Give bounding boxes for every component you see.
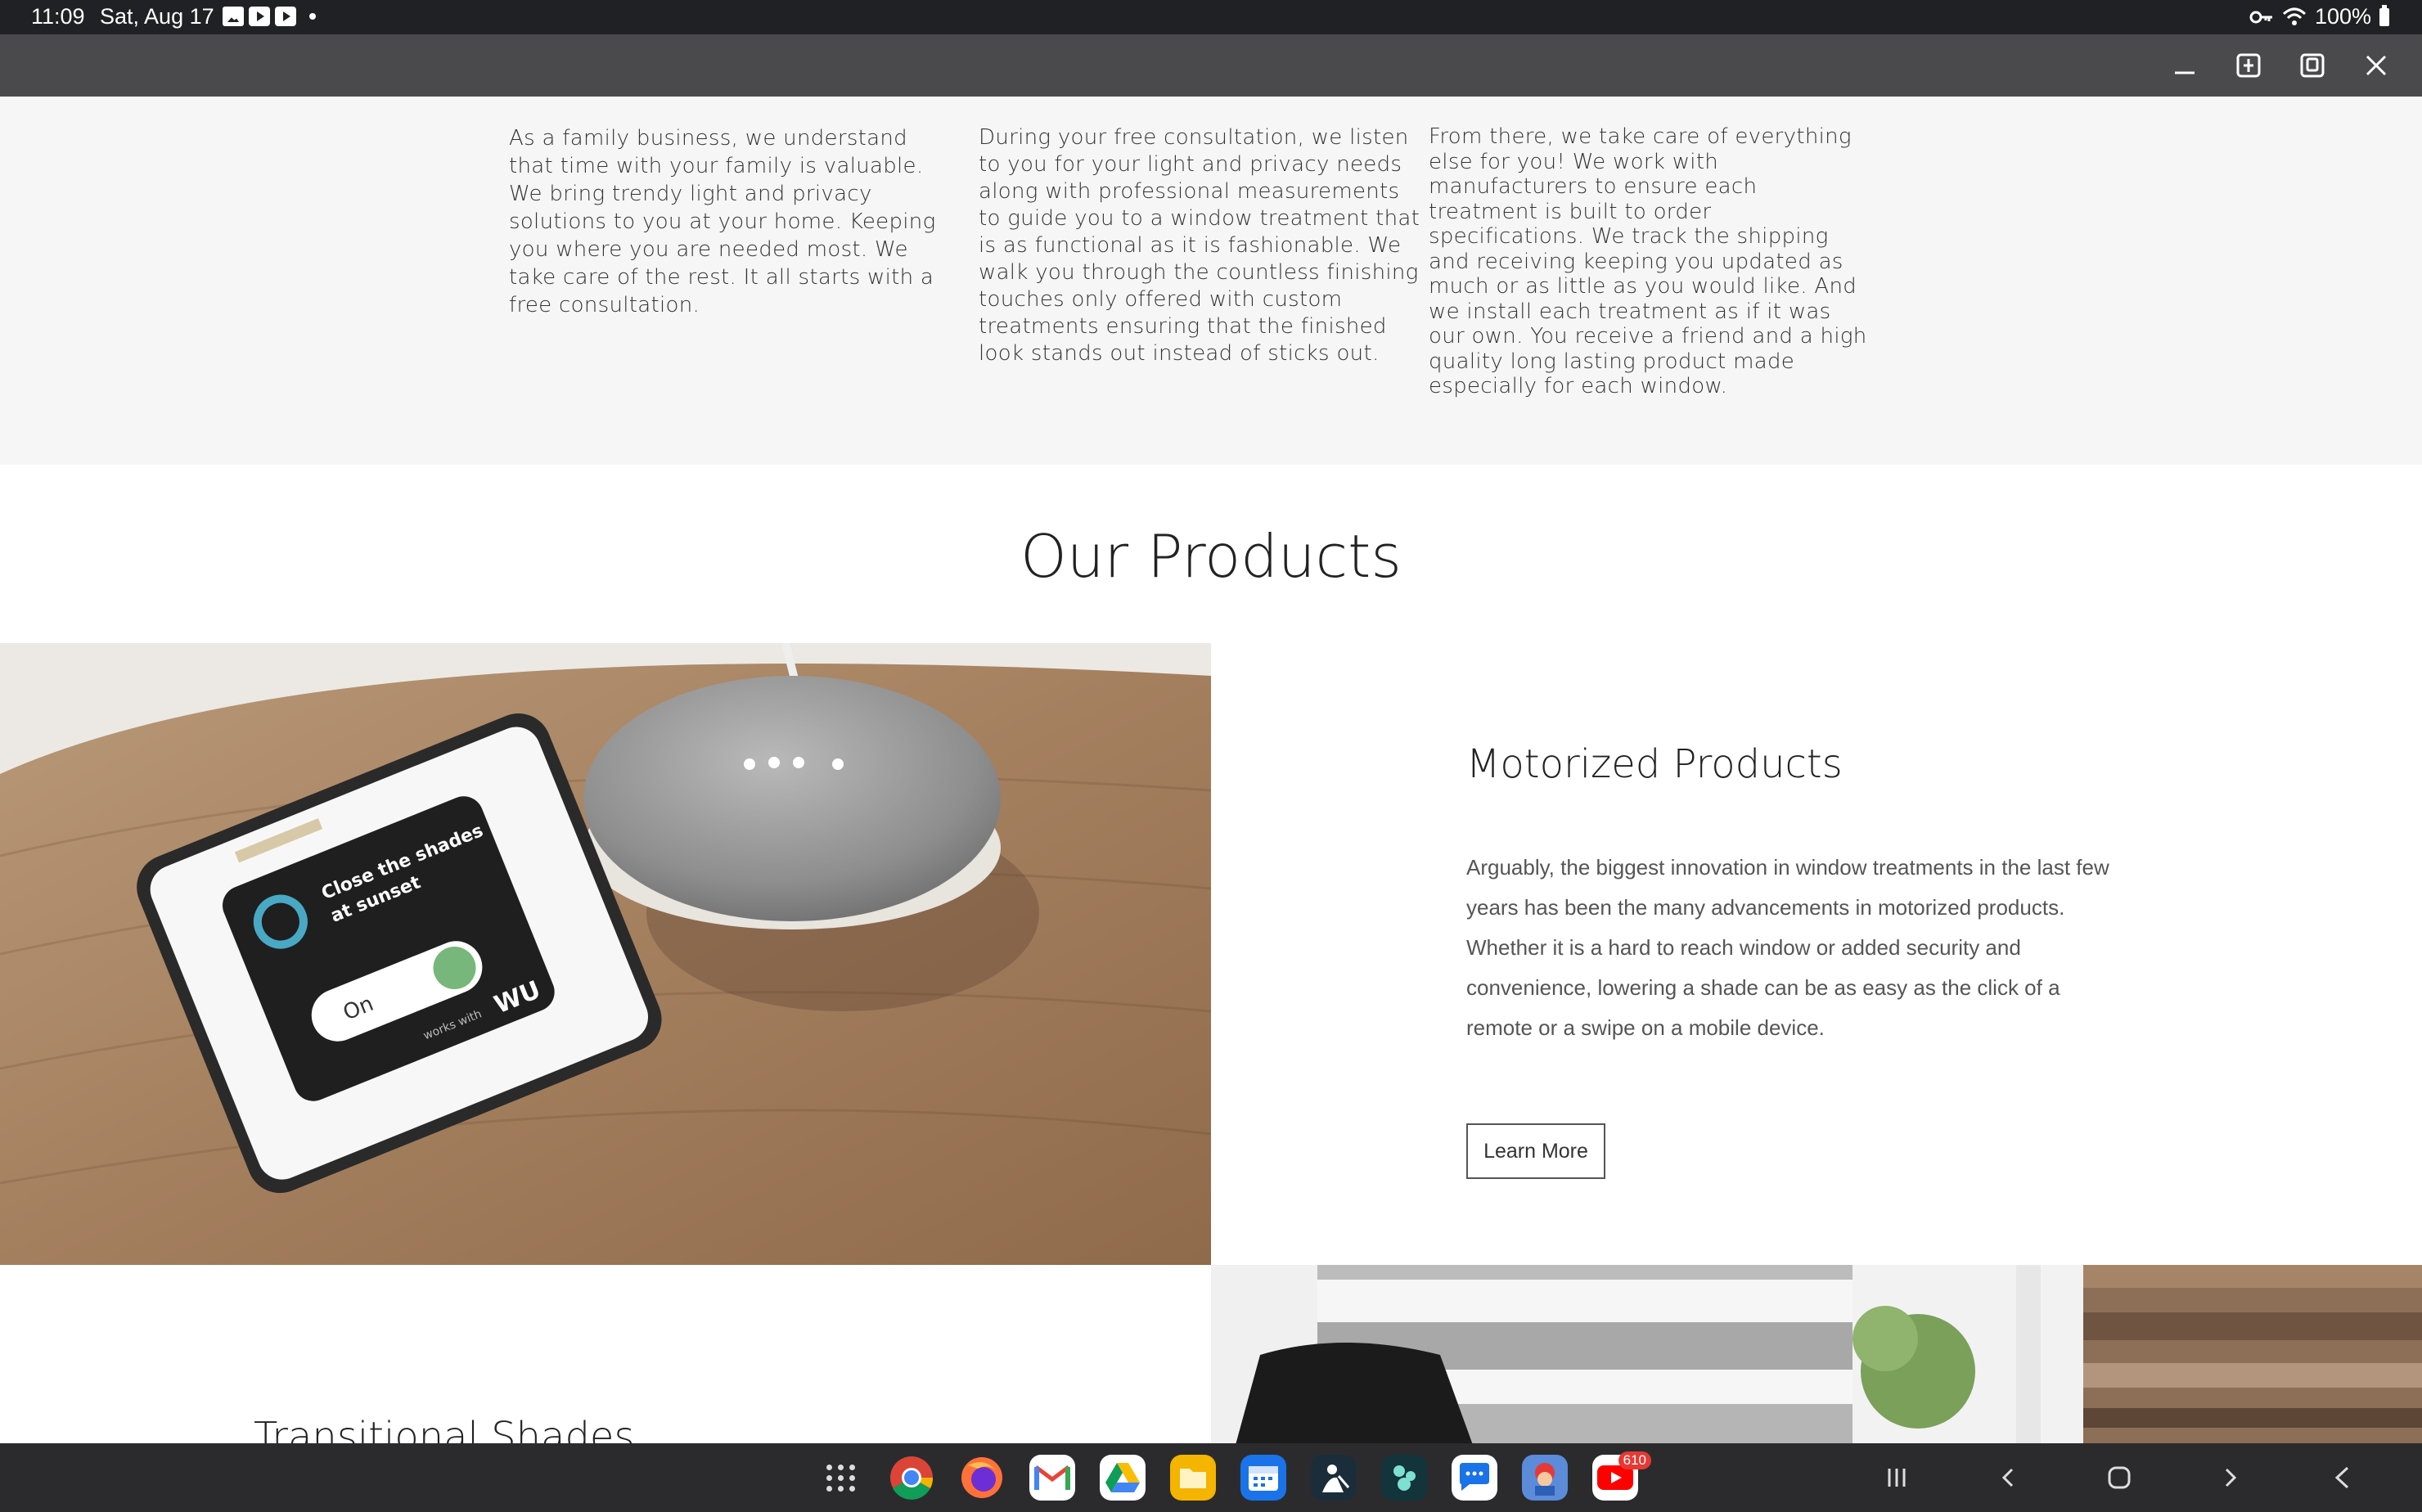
chrome-icon: [890, 1456, 934, 1500]
products-heading: Our Products: [1020, 522, 1402, 591]
split-screen-icon: [2236, 53, 2261, 78]
messages-app[interactable]: [1452, 1455, 1497, 1501]
web-page: As a family business, we understand that…: [0, 97, 2422, 1443]
chrome-app[interactable]: [889, 1455, 934, 1501]
gmail-icon: [1034, 1465, 1070, 1490]
calendar-app[interactable]: [1240, 1455, 1286, 1501]
notification-icons: [223, 7, 316, 26]
browser-forward-button[interactable]: [2175, 1455, 2286, 1501]
taskbar-apps: 610: [818, 1451, 1651, 1501]
minimize-button[interactable]: [2168, 49, 2201, 82]
youtube-icon: [275, 7, 296, 26]
popup-view-icon: [2300, 53, 2325, 78]
smart-home-illustration: Close the shades at sunset On works with…: [0, 643, 1211, 1265]
browser-back-button[interactable]: [1952, 1455, 2064, 1501]
game-character-icon: [1535, 1463, 1555, 1496]
drive-app[interactable]: [1100, 1455, 1146, 1501]
calendar-icon: [1249, 1466, 1278, 1491]
firefox-app[interactable]: [959, 1455, 1005, 1501]
dots-app[interactable]: [1381, 1455, 1427, 1501]
folder-icon: [1180, 1469, 1206, 1488]
motorized-products-description: Arguably, the biggest innovation in wind…: [1466, 855, 2109, 1040]
drive-icon: [1105, 1463, 1140, 1492]
chat-bubble-icon: [1460, 1463, 1489, 1491]
wood-wall-image: [1853, 1265, 2422, 1443]
learn-more-button[interactable]: Learn More: [1466, 1123, 1605, 1179]
navigation-buttons: [1841, 1455, 2397, 1501]
apps-grid-button[interactable]: [818, 1455, 864, 1501]
close-window-button[interactable]: [2360, 49, 2393, 82]
motorized-products-image: Close the shades at sunset On works with…: [0, 643, 1211, 1265]
chevron-left-icon: [2001, 1468, 2014, 1487]
wifi-icon: [2282, 7, 2306, 25]
transitional-shades-title: Transitional Shades: [254, 1414, 635, 1443]
youtube-notification-badge: 610: [1618, 1451, 1651, 1469]
status-bar: 11:09 Sat, Aug 17 100%: [0, 0, 2422, 34]
intro-column-consultation: During your free consultation, we listen…: [979, 125, 1420, 366]
apps-grid-icon: [818, 1455, 864, 1501]
battery-icon: [2379, 4, 2389, 26]
bubble-dots-icon: [1393, 1465, 1416, 1491]
recents-icon: [1888, 1469, 1906, 1487]
back-icon: [2334, 1466, 2349, 1489]
home-button[interactable]: [2064, 1455, 2175, 1501]
recent-apps-button[interactable]: [1841, 1455, 1952, 1501]
zebra-blinds-photo: [1211, 1265, 1853, 1443]
gallery-icon: [223, 7, 244, 26]
vpn-key-icon: [2249, 11, 2272, 23]
close-icon: [2366, 55, 2387, 76]
files-app[interactable]: [1170, 1455, 1216, 1501]
transitional-shades-image: [1211, 1265, 1853, 1443]
youtube-app[interactable]: 610: [1592, 1451, 1651, 1501]
youtube-icon: [249, 7, 270, 26]
gmail-app[interactable]: [1029, 1455, 1075, 1501]
wood-wall-photo: [1853, 1265, 2422, 1443]
chevron-right-icon: [2225, 1468, 2237, 1487]
minimize-icon: [2175, 71, 2195, 74]
home-icon: [2108, 1466, 2131, 1489]
intro-column-service: From there, we take care of everything e…: [1429, 124, 1867, 398]
split-screen-button[interactable]: [2232, 49, 2265, 82]
taskbar: 610: [0, 1443, 2422, 1512]
status-date: Sat, Aug 17: [100, 4, 214, 29]
kindle-reader-icon: [1322, 1465, 1350, 1492]
game-app[interactable]: [1522, 1455, 1568, 1501]
firefox-icon: [961, 1457, 1002, 1498]
popup-view-button[interactable]: [2296, 49, 2329, 82]
motorized-products-title: Motorized Products: [1466, 741, 1843, 787]
battery-percent: 100%: [2314, 4, 2371, 29]
kindle-app[interactable]: [1311, 1455, 1357, 1501]
intro-column-family-business: As a family business, we understand that…: [509, 126, 936, 317]
status-time: 11:09: [31, 4, 85, 29]
window-caption-bar: [0, 34, 2422, 97]
intro-section: As a family business, we understand that…: [0, 97, 2422, 465]
back-button[interactable]: [2286, 1455, 2397, 1501]
more-notifications-dot: [309, 13, 316, 20]
status-right: 100%: [2249, 4, 2389, 29]
